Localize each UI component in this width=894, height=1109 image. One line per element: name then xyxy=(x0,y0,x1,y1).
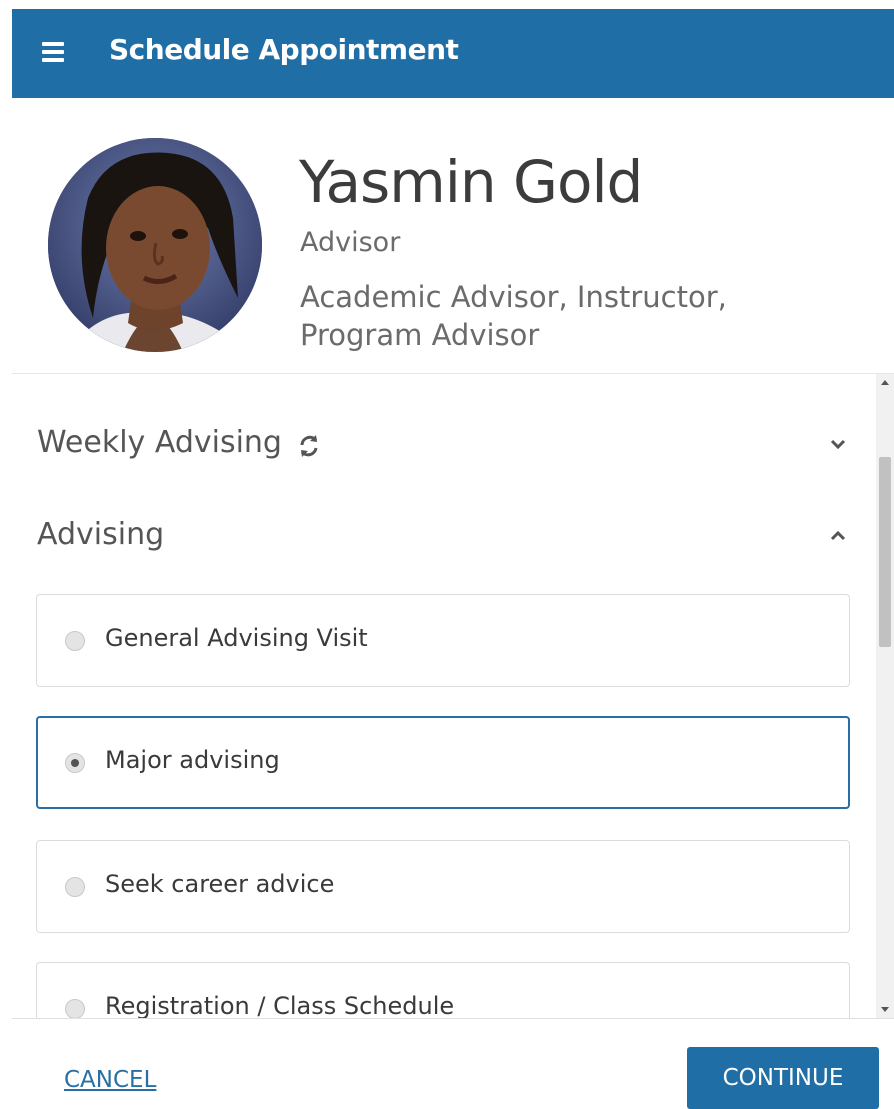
scroll-down-arrow-icon[interactable] xyxy=(881,1007,889,1012)
radio-button[interactable] xyxy=(65,877,85,897)
app-header: Schedule Appointment xyxy=(12,9,894,98)
appointment-types-list[interactable]: Weekly Advising Advising General Advisin… xyxy=(12,373,894,1019)
option-general-advising-visit[interactable]: General Advising Visit xyxy=(36,594,850,687)
option-seek-career-advice[interactable]: Seek career advice xyxy=(36,840,850,933)
hamburger-menu-icon[interactable] xyxy=(42,42,64,62)
section-title: Weekly Advising xyxy=(37,425,282,460)
radio-button-selected[interactable] xyxy=(65,753,85,773)
radio-button[interactable] xyxy=(65,999,85,1019)
section-title: Advising xyxy=(37,517,165,552)
option-label: Major advising xyxy=(105,746,280,774)
chevron-down-icon[interactable] xyxy=(827,433,849,455)
section-advising[interactable]: Advising xyxy=(37,517,849,567)
section-weekly-advising[interactable]: Weekly Advising xyxy=(37,425,849,475)
advisor-role: Advisor xyxy=(300,227,401,258)
radio-button[interactable] xyxy=(65,631,85,651)
scroll-thumb[interactable] xyxy=(879,457,891,647)
chevron-up-icon[interactable] xyxy=(827,525,849,547)
continue-button[interactable]: CONTINUE xyxy=(687,1047,879,1109)
action-footer: CANCEL CONTINUE xyxy=(12,1018,894,1109)
scroll-up-arrow-icon[interactable] xyxy=(881,380,889,385)
option-label: Seek career advice xyxy=(105,870,335,898)
option-label: General Advising Visit xyxy=(105,624,368,652)
page-title: Schedule Appointment xyxy=(109,33,459,66)
option-label: Registration / Class Schedule xyxy=(105,992,455,1019)
option-registration-class-schedule[interactable]: Registration / Class Schedule xyxy=(36,962,850,1019)
vertical-scrollbar[interactable] xyxy=(876,374,894,1018)
sync-icon xyxy=(300,435,318,457)
cancel-button[interactable]: CANCEL xyxy=(64,1067,156,1093)
option-major-advising[interactable]: Major advising xyxy=(36,716,850,809)
advisor-avatar xyxy=(48,138,262,352)
advisor-roles-list: Academic Advisor, Instructor, Program Ad… xyxy=(300,280,727,352)
advisor-name: Yasmin Gold xyxy=(299,148,643,216)
